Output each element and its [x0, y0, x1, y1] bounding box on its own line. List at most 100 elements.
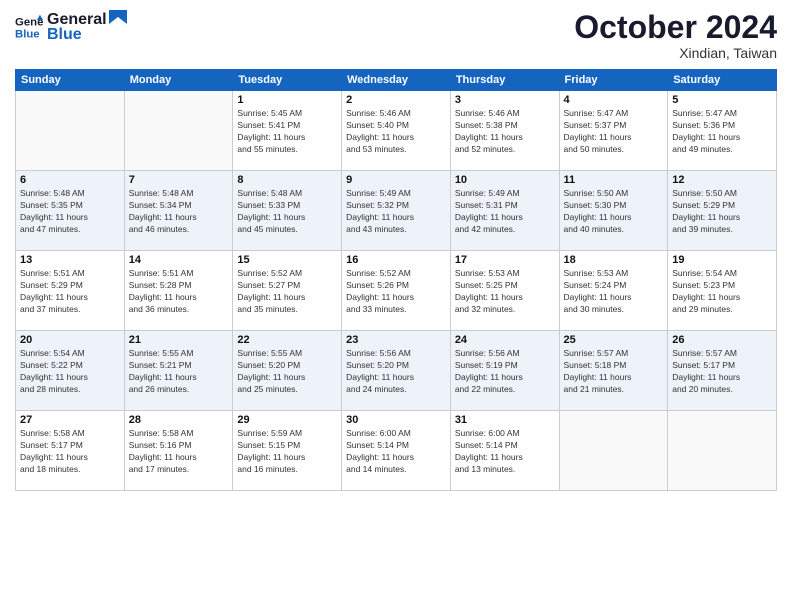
calendar-day-cell: 3 Sunrise: 5:46 AMSunset: 5:38 PMDaylight…: [450, 91, 559, 171]
day-number: 29: [237, 414, 337, 426]
day-info: Sunrise: 5:48 AMSunset: 5:35 PMDaylight:…: [20, 188, 120, 236]
day-number: 8: [237, 174, 337, 186]
calendar-day-cell: 29 Sunrise: 5:59 AMSunset: 5:15 PMDayligh…: [233, 411, 342, 491]
day-info: Sunrise: 5:54 AMSunset: 5:23 PMDaylight:…: [672, 268, 772, 316]
calendar-day-cell: 9 Sunrise: 5:49 AMSunset: 5:32 PMDaylight…: [342, 171, 451, 251]
day-info: Sunrise: 5:55 AMSunset: 5:21 PMDaylight:…: [129, 348, 229, 396]
day-info: Sunrise: 5:59 AMSunset: 5:15 PMDaylight:…: [237, 428, 337, 476]
calendar-week-row: 20 Sunrise: 5:54 AMSunset: 5:22 PMDayligh…: [16, 331, 777, 411]
day-info: Sunrise: 5:45 AMSunset: 5:41 PMDaylight:…: [237, 108, 337, 156]
day-number: 10: [455, 174, 555, 186]
calendar-day-cell: 19 Sunrise: 5:54 AMSunset: 5:23 PMDayligh…: [668, 251, 777, 331]
calendar-day-cell: [559, 411, 668, 491]
day-info: Sunrise: 5:56 AMSunset: 5:20 PMDaylight:…: [346, 348, 446, 396]
day-info: Sunrise: 5:51 AMSunset: 5:29 PMDaylight:…: [20, 268, 120, 316]
calendar-day-cell: 30 Sunrise: 6:00 AMSunset: 5:14 PMDayligh…: [342, 411, 451, 491]
calendar-day-cell: 27 Sunrise: 5:58 AMSunset: 5:17 PMDayligh…: [16, 411, 125, 491]
calendar-day-cell: [16, 91, 125, 171]
calendar-day-cell: [124, 91, 233, 171]
calendar-day-cell: 28 Sunrise: 5:58 AMSunset: 5:16 PMDayligh…: [124, 411, 233, 491]
day-number: 1: [237, 94, 337, 106]
calendar-day-cell: 5Sunrise: 5:47 AMSunset: 5:36 PMDaylight…: [668, 91, 777, 171]
calendar-header-row: SundayMondayTuesdayWednesdayThursdayFrid…: [16, 70, 777, 91]
calendar-day-cell: 2Sunrise: 5:46 AMSunset: 5:40 PMDaylight…: [342, 91, 451, 171]
title-block: October 2024 Xindian, Taiwan: [574, 10, 777, 61]
calendar-day-cell: 17Sunrise: 5:53 AMSunset: 5:25 PMDayligh…: [450, 251, 559, 331]
day-info: Sunrise: 5:48 AMSunset: 5:34 PMDaylight:…: [129, 188, 229, 236]
day-number: 31: [455, 414, 555, 426]
day-number: 20: [20, 334, 120, 346]
calendar-day-cell: 24 Sunrise: 5:56 AMSunset: 5:19 PMDayligh…: [450, 331, 559, 411]
day-number: 16: [346, 254, 446, 266]
weekday-header-monday: Monday: [124, 70, 233, 91]
calendar-day-cell: 26 Sunrise: 5:57 AMSunset: 5:17 PMDayligh…: [668, 331, 777, 411]
logo-chevron-icon: [109, 10, 127, 24]
page-header: General Blue General Blue October 2024 X…: [15, 10, 777, 61]
day-info: Sunrise: 5:58 AMSunset: 5:17 PMDaylight:…: [20, 428, 120, 476]
calendar-day-cell: 4 Sunrise: 5:47 AMSunset: 5:37 PMDaylight…: [559, 91, 668, 171]
location-title: Xindian, Taiwan: [574, 45, 777, 61]
calendar-day-cell: 6 Sunrise: 5:48 AMSunset: 5:35 PMDaylight…: [16, 171, 125, 251]
calendar-day-cell: 23 Sunrise: 5:56 AMSunset: 5:20 PMDayligh…: [342, 331, 451, 411]
calendar-day-cell: 7 Sunrise: 5:48 AMSunset: 5:34 PMDaylight…: [124, 171, 233, 251]
calendar-week-row: 1 Sunrise: 5:45 AMSunset: 5:41 PMDaylight…: [16, 91, 777, 171]
day-number: 18: [564, 254, 664, 266]
day-info: Sunrise: 5:49 AMSunset: 5:32 PMDaylight:…: [346, 188, 446, 236]
calendar-week-row: 6 Sunrise: 5:48 AMSunset: 5:35 PMDaylight…: [16, 171, 777, 251]
day-number: 14: [129, 254, 229, 266]
day-info: Sunrise: 5:56 AMSunset: 5:19 PMDaylight:…: [455, 348, 555, 396]
day-info: Sunrise: 5:50 AMSunset: 5:30 PMDaylight:…: [564, 188, 664, 236]
weekday-header-saturday: Saturday: [668, 70, 777, 91]
day-info: Sunrise: 5:57 AMSunset: 5:18 PMDaylight:…: [564, 348, 664, 396]
weekday-header-friday: Friday: [559, 70, 668, 91]
day-info: Sunrise: 5:58 AMSunset: 5:16 PMDaylight:…: [129, 428, 229, 476]
calendar-week-row: 27 Sunrise: 5:58 AMSunset: 5:17 PMDayligh…: [16, 411, 777, 491]
calendar-day-cell: 11 Sunrise: 5:50 AMSunset: 5:30 PMDayligh…: [559, 171, 668, 251]
calendar-table: SundayMondayTuesdayWednesdayThursdayFrid…: [15, 69, 777, 491]
day-number: 13: [20, 254, 120, 266]
calendar-day-cell: 12Sunrise: 5:50 AMSunset: 5:29 PMDayligh…: [668, 171, 777, 251]
day-number: 24: [455, 334, 555, 346]
day-number: 6: [20, 174, 120, 186]
calendar-week-row: 13 Sunrise: 5:51 AMSunset: 5:29 PMDayligh…: [16, 251, 777, 331]
day-info: Sunrise: 5:51 AMSunset: 5:28 PMDaylight:…: [129, 268, 229, 316]
calendar-day-cell: 22 Sunrise: 5:55 AMSunset: 5:20 PMDayligh…: [233, 331, 342, 411]
day-number: 3: [455, 94, 555, 106]
calendar-day-cell: 20 Sunrise: 5:54 AMSunset: 5:22 PMDayligh…: [16, 331, 125, 411]
day-number: 28: [129, 414, 229, 426]
day-number: 30: [346, 414, 446, 426]
day-info: Sunrise: 5:49 AMSunset: 5:31 PMDaylight:…: [455, 188, 555, 236]
day-info: Sunrise: 6:00 AMSunset: 5:14 PMDaylight:…: [346, 428, 446, 476]
calendar-day-cell: 1 Sunrise: 5:45 AMSunset: 5:41 PMDaylight…: [233, 91, 342, 171]
weekday-header-thursday: Thursday: [450, 70, 559, 91]
calendar-day-cell: 14 Sunrise: 5:51 AMSunset: 5:28 PMDayligh…: [124, 251, 233, 331]
day-info: Sunrise: 5:57 AMSunset: 5:17 PMDaylight:…: [672, 348, 772, 396]
day-number: 25: [564, 334, 664, 346]
day-info: Sunrise: 5:54 AMSunset: 5:22 PMDaylight:…: [20, 348, 120, 396]
calendar-day-cell: 18Sunrise: 5:53 AMSunset: 5:24 PMDayligh…: [559, 251, 668, 331]
day-info: Sunrise: 5:46 AMSunset: 5:40 PMDaylight:…: [346, 108, 446, 156]
day-info: Sunrise: 6:00 AMSunset: 5:14 PMDaylight:…: [455, 428, 555, 476]
day-info: Sunrise: 5:55 AMSunset: 5:20 PMDaylight:…: [237, 348, 337, 396]
calendar-day-cell: 8Sunrise: 5:48 AMSunset: 5:33 PMDaylight…: [233, 171, 342, 251]
calendar-day-cell: 15Sunrise: 5:52 AMSunset: 5:27 PMDayligh…: [233, 251, 342, 331]
day-number: 22: [237, 334, 337, 346]
day-number: 7: [129, 174, 229, 186]
day-number: 23: [346, 334, 446, 346]
logo-icon: General Blue: [15, 13, 43, 41]
day-number: 26: [672, 334, 772, 346]
day-number: 11: [564, 174, 664, 186]
calendar-day-cell: [668, 411, 777, 491]
logo: General Blue General Blue: [15, 10, 127, 44]
day-number: 17: [455, 254, 555, 266]
day-number: 27: [20, 414, 120, 426]
svg-text:Blue: Blue: [15, 29, 40, 41]
day-number: 19: [672, 254, 772, 266]
calendar-day-cell: 31 Sunrise: 6:00 AMSunset: 5:14 PMDayligh…: [450, 411, 559, 491]
day-info: Sunrise: 5:47 AMSunset: 5:37 PMDaylight:…: [564, 108, 664, 156]
day-info: Sunrise: 5:47 AMSunset: 5:36 PMDaylight:…: [672, 108, 772, 156]
day-number: 4: [564, 94, 664, 106]
day-number: 21: [129, 334, 229, 346]
day-number: 9: [346, 174, 446, 186]
day-info: Sunrise: 5:46 AMSunset: 5:38 PMDaylight:…: [455, 108, 555, 156]
